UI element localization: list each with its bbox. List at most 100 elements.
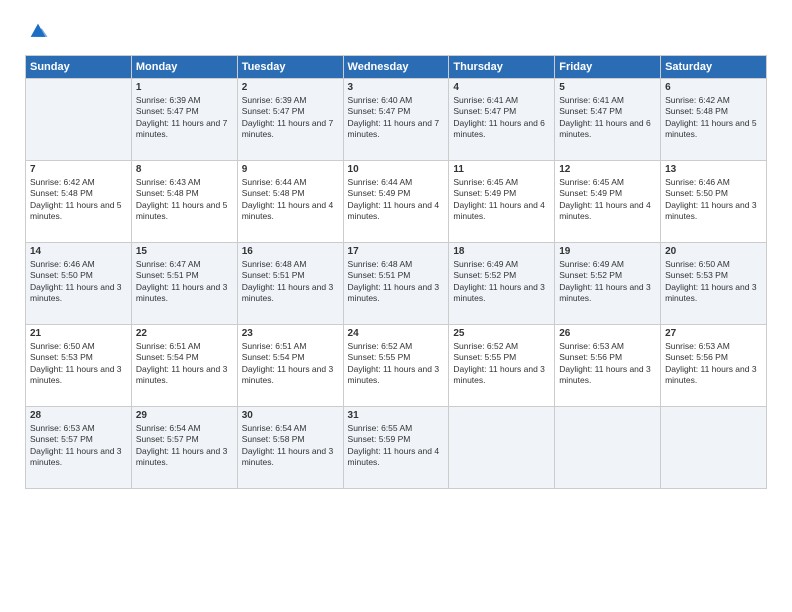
- header-row: SundayMondayTuesdayWednesdayThursdayFrid…: [26, 56, 767, 79]
- day-header-tuesday: Tuesday: [237, 56, 343, 79]
- calendar-cell: 28 Sunrise: 6:53 AMSunset: 5:57 PMDayligh…: [26, 407, 132, 489]
- day-number: 16: [242, 246, 339, 257]
- calendar-cell: 12 Sunrise: 6:45 AMSunset: 5:49 PMDayligh…: [555, 161, 661, 243]
- day-info: Sunrise: 6:42 AMSunset: 5:48 PMDaylight:…: [665, 95, 762, 141]
- day-info: Sunrise: 6:51 AMSunset: 5:54 PMDaylight:…: [242, 341, 339, 387]
- day-number: 7: [30, 164, 127, 175]
- calendar-cell: 24Sunrise: 6:52 AMSunset: 5:55 PMDayligh…: [343, 325, 449, 407]
- week-row-5: 28 Sunrise: 6:53 AMSunset: 5:57 PMDayligh…: [26, 407, 767, 489]
- day-info: Sunrise: 6:55 AMSunset: 5:59 PMDaylight:…: [348, 423, 445, 469]
- day-header-wednesday: Wednesday: [343, 56, 449, 79]
- day-number: 18: [453, 246, 550, 257]
- day-header-sunday: Sunday: [26, 56, 132, 79]
- day-info: Sunrise: 6:40 AMSunset: 5:47 PMDaylight:…: [348, 95, 445, 141]
- day-info: Sunrise: 6:45 AMSunset: 5:49 PMDaylight:…: [559, 177, 656, 223]
- calendar-cell: 9 Sunrise: 6:44 AMSunset: 5:48 PMDaylight…: [237, 161, 343, 243]
- day-number: 13: [665, 164, 762, 175]
- day-number: 31: [348, 410, 445, 421]
- calendar-cell: 20 Sunrise: 6:50 AMSunset: 5:53 PMDayligh…: [661, 243, 767, 325]
- day-info: Sunrise: 6:53 AMSunset: 5:56 PMDaylight:…: [665, 341, 762, 387]
- day-number: 6: [665, 82, 762, 93]
- day-info: Sunrise: 6:39 AMSunset: 5:47 PMDaylight:…: [136, 95, 233, 141]
- calendar-table: SundayMondayTuesdayWednesdayThursdayFrid…: [25, 55, 767, 489]
- calendar-cell: 31 Sunrise: 6:55 AMSunset: 5:59 PMDayligh…: [343, 407, 449, 489]
- day-number: 9: [242, 164, 339, 175]
- day-number: 11: [453, 164, 550, 175]
- day-info: Sunrise: 6:54 AMSunset: 5:58 PMDaylight:…: [242, 423, 339, 469]
- calendar-cell: 27 Sunrise: 6:53 AMSunset: 5:56 PMDayligh…: [661, 325, 767, 407]
- day-header-monday: Monday: [131, 56, 237, 79]
- calendar-cell: 16 Sunrise: 6:48 AMSunset: 5:51 PMDayligh…: [237, 243, 343, 325]
- day-number: 15: [136, 246, 233, 257]
- day-number: 21: [30, 328, 127, 339]
- day-number: 22: [136, 328, 233, 339]
- calendar-cell: 19 Sunrise: 6:49 AMSunset: 5:52 PMDayligh…: [555, 243, 661, 325]
- day-info: Sunrise: 6:52 AMSunset: 5:55 PMDaylight:…: [348, 341, 445, 387]
- calendar-cell: [555, 407, 661, 489]
- calendar-cell: 18 Sunrise: 6:49 AMSunset: 5:52 PMDayligh…: [449, 243, 555, 325]
- day-number: 3: [348, 82, 445, 93]
- day-info: Sunrise: 6:44 AMSunset: 5:49 PMDaylight:…: [348, 177, 445, 223]
- day-number: 17: [348, 246, 445, 257]
- day-number: 30: [242, 410, 339, 421]
- day-info: Sunrise: 6:49 AMSunset: 5:52 PMDaylight:…: [453, 259, 550, 305]
- day-number: 5: [559, 82, 656, 93]
- day-number: 23: [242, 328, 339, 339]
- day-number: 29: [136, 410, 233, 421]
- day-number: 20: [665, 246, 762, 257]
- calendar-cell: 25 Sunrise: 6:52 AMSunset: 5:55 PMDayligh…: [449, 325, 555, 407]
- day-number: 8: [136, 164, 233, 175]
- calendar-cell: 4 Sunrise: 6:41 AMSunset: 5:47 PMDaylight…: [449, 79, 555, 161]
- week-row-3: 14 Sunrise: 6:46 AMSunset: 5:50 PMDayligh…: [26, 243, 767, 325]
- calendar-cell: 14 Sunrise: 6:46 AMSunset: 5:50 PMDayligh…: [26, 243, 132, 325]
- calendar-cell: 1 Sunrise: 6:39 AMSunset: 5:47 PMDaylight…: [131, 79, 237, 161]
- week-row-4: 21Sunrise: 6:50 AMSunset: 5:53 PMDayligh…: [26, 325, 767, 407]
- day-info: Sunrise: 6:43 AMSunset: 5:48 PMDaylight:…: [136, 177, 233, 223]
- header: [25, 20, 767, 47]
- logo: [25, 20, 49, 47]
- day-number: 14: [30, 246, 127, 257]
- page: SundayMondayTuesdayWednesdayThursdayFrid…: [0, 0, 792, 612]
- week-row-1: 1 Sunrise: 6:39 AMSunset: 5:47 PMDaylight…: [26, 79, 767, 161]
- calendar-cell: 2Sunrise: 6:39 AMSunset: 5:47 PMDaylight…: [237, 79, 343, 161]
- day-number: 1: [136, 82, 233, 93]
- day-info: Sunrise: 6:53 AMSunset: 5:56 PMDaylight:…: [559, 341, 656, 387]
- calendar-cell: 11Sunrise: 6:45 AMSunset: 5:49 PMDayligh…: [449, 161, 555, 243]
- day-info: Sunrise: 6:46 AMSunset: 5:50 PMDaylight:…: [665, 177, 762, 223]
- calendar-cell: [661, 407, 767, 489]
- calendar-cell: 7 Sunrise: 6:42 AMSunset: 5:48 PMDaylight…: [26, 161, 132, 243]
- calendar-cell: 17Sunrise: 6:48 AMSunset: 5:51 PMDayligh…: [343, 243, 449, 325]
- day-number: 28: [30, 410, 127, 421]
- day-info: Sunrise: 6:52 AMSunset: 5:55 PMDaylight:…: [453, 341, 550, 387]
- week-row-2: 7 Sunrise: 6:42 AMSunset: 5:48 PMDaylight…: [26, 161, 767, 243]
- day-info: Sunrise: 6:50 AMSunset: 5:53 PMDaylight:…: [665, 259, 762, 305]
- calendar-cell: 6 Sunrise: 6:42 AMSunset: 5:48 PMDaylight…: [661, 79, 767, 161]
- day-info: Sunrise: 6:54 AMSunset: 5:57 PMDaylight:…: [136, 423, 233, 469]
- day-header-friday: Friday: [555, 56, 661, 79]
- day-info: Sunrise: 6:47 AMSunset: 5:51 PMDaylight:…: [136, 259, 233, 305]
- calendar-cell: 5 Sunrise: 6:41 AMSunset: 5:47 PMDaylight…: [555, 79, 661, 161]
- day-number: 12: [559, 164, 656, 175]
- calendar-cell: 22 Sunrise: 6:51 AMSunset: 5:54 PMDayligh…: [131, 325, 237, 407]
- day-info: Sunrise: 6:49 AMSunset: 5:52 PMDaylight:…: [559, 259, 656, 305]
- day-info: Sunrise: 6:48 AMSunset: 5:51 PMDaylight:…: [242, 259, 339, 305]
- day-header-saturday: Saturday: [661, 56, 767, 79]
- day-info: Sunrise: 6:41 AMSunset: 5:47 PMDaylight:…: [453, 95, 550, 141]
- day-info: Sunrise: 6:51 AMSunset: 5:54 PMDaylight:…: [136, 341, 233, 387]
- day-info: Sunrise: 6:39 AMSunset: 5:47 PMDaylight:…: [242, 95, 339, 141]
- day-number: 27: [665, 328, 762, 339]
- day-info: Sunrise: 6:42 AMSunset: 5:48 PMDaylight:…: [30, 177, 127, 223]
- day-number: 4: [453, 82, 550, 93]
- calendar-cell: 3 Sunrise: 6:40 AMSunset: 5:47 PMDaylight…: [343, 79, 449, 161]
- day-header-thursday: Thursday: [449, 56, 555, 79]
- calendar-cell: 21Sunrise: 6:50 AMSunset: 5:53 PMDayligh…: [26, 325, 132, 407]
- day-info: Sunrise: 6:53 AMSunset: 5:57 PMDaylight:…: [30, 423, 127, 469]
- day-info: Sunrise: 6:41 AMSunset: 5:47 PMDaylight:…: [559, 95, 656, 141]
- day-info: Sunrise: 6:46 AMSunset: 5:50 PMDaylight:…: [30, 259, 127, 305]
- day-number: 25: [453, 328, 550, 339]
- day-info: Sunrise: 6:44 AMSunset: 5:48 PMDaylight:…: [242, 177, 339, 223]
- day-number: 19: [559, 246, 656, 257]
- calendar-cell: 10Sunrise: 6:44 AMSunset: 5:49 PMDayligh…: [343, 161, 449, 243]
- calendar-cell: [26, 79, 132, 161]
- calendar-cell: [449, 407, 555, 489]
